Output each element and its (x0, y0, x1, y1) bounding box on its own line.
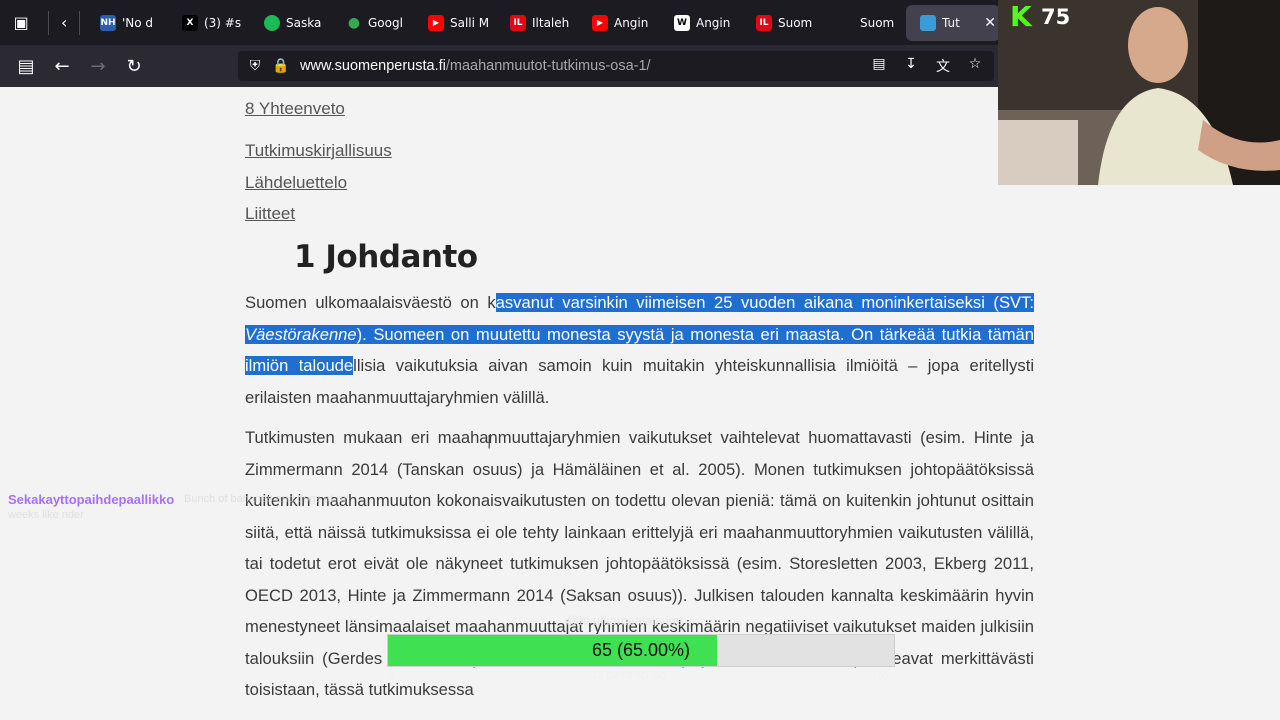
url-actions: ▤ ↧ 文 ☆ (866, 56, 994, 76)
url-bar[interactable]: ⛨ 🔒 www.suomenperusta.fi/maahanmuutot-tu… (238, 51, 994, 81)
tab-label: Angin (613, 15, 649, 30)
goal-title: @hl ulkomaalaisuus (566, 613, 683, 628)
tab-separator (79, 10, 80, 35)
selected-text: asvanut varsinkin viimeisen 25 vuoden ai… (495, 293, 1034, 312)
browser-tab[interactable]: Saska (250, 0, 332, 45)
lock-icon[interactable]: 🔒 (268, 58, 294, 74)
tab-favicon-icon: ● (347, 14, 361, 31)
intro-paragraph: Suomen ulkomaalaisväestö on kasvanut var… (245, 287, 1034, 413)
tab-favicon-icon (837, 14, 854, 31)
tab-label: (3) #s (203, 15, 242, 30)
tab-label: Suom (777, 15, 813, 30)
goal-progress-bar: 65 (65.00%) (387, 634, 895, 667)
url-path: /maahanmuutot-tutkimus-osa-1/ (445, 58, 651, 74)
url-host: www.suomenperusta.fi (300, 58, 446, 74)
tab-favicon-icon: NH (99, 14, 116, 31)
tab-separator (48, 10, 50, 35)
tab-label: Saska (285, 15, 322, 30)
download-icon[interactable]: ↧ (898, 56, 924, 76)
toc-link-appendix[interactable]: Liitteet (245, 204, 295, 224)
kick-logo-icon: K (1010, 0, 1032, 33)
para-text: Suomen ulkomaalaisväestö on k (245, 293, 496, 312)
chat-username: Sekakayttopaihdepaallikko (8, 492, 175, 507)
forward-button[interactable]: → (80, 50, 116, 82)
browser-tab[interactable]: ▶ Salli M (414, 0, 496, 45)
goal-days-left: 12 DAYS TO GO (592, 671, 668, 682)
goal-progress-text: 65 (65.00%) (591, 640, 691, 660)
browser-tab[interactable]: IL Suom (742, 0, 824, 45)
viewer-count: 75 (1041, 5, 1071, 29)
tab-list: NH 'No d X (3) #s Saska ● Googl ▶ Salli M IL Iltal… (86, 0, 1000, 45)
reload-button[interactable]: ↻ (116, 50, 152, 82)
shield-icon[interactable]: ⛨ (242, 58, 268, 74)
selected-text-italic: Väestörakenne (245, 324, 357, 344)
browser-tab[interactable]: NH 'No d (86, 0, 168, 45)
close-tab-icon[interactable]: ✕ (984, 15, 996, 31)
translate-icon[interactable]: 文 (930, 56, 956, 76)
reader-view-icon[interactable]: ▤ (866, 56, 892, 76)
section-heading: 1 Johdanto (294, 239, 478, 275)
toc-link-summary[interactable]: 8 Yhteenveto (245, 99, 345, 119)
back-button[interactable]: ← (44, 50, 80, 82)
tab-favicon-icon: IL (509, 14, 526, 31)
browser-tab[interactable]: Suom (824, 0, 906, 45)
tab-label: Googl (367, 15, 403, 30)
sidebar-toggle-icon[interactable]: ▤ (8, 50, 44, 82)
tab-label: Tut (941, 15, 960, 30)
tab-label: Iltaleh (531, 15, 570, 30)
tab-bar: ▣ ‹ NH 'No d X (3) #s Saska ● Googl ▶ Salli M IL I… (0, 0, 1000, 45)
browser-tab[interactable]: ▶ Angin (578, 0, 660, 45)
browser-tab[interactable]: IL Iltaleh (496, 0, 578, 45)
toc-link-literature[interactable]: Tutkimuskirjallisuus (245, 141, 392, 161)
para-text: llisia vaikutuksia aivan samoin kuin mui… (245, 356, 1035, 407)
chat-message-continued: weeks like nder (8, 509, 84, 521)
tab-label: Suom (859, 15, 895, 30)
text-cursor-icon: | (487, 434, 492, 449)
tab-favicon-icon: ▶ (427, 14, 444, 31)
tab-favicon-icon (919, 14, 936, 31)
browser-tab[interactable]: W Angin (660, 0, 742, 45)
goal-min-label: 0 (389, 671, 395, 682)
tab-favicon-icon: X (181, 14, 198, 31)
tab-label: 'No d (121, 15, 154, 30)
tab-label: Salli M (449, 15, 490, 30)
toc-link-sources[interactable]: Lähdeluettelo (245, 173, 347, 193)
tab-favicon-icon: W (673, 14, 690, 31)
chat-message: Bunch of bananas and dogs at rn (184, 493, 347, 505)
tab-favicon-icon: IL (755, 14, 772, 31)
browser-tab[interactable]: X (3) #s (168, 0, 250, 45)
goal-max-label: 100 (872, 671, 889, 682)
browser-tab[interactable]: Tut ✕ (905, 4, 1000, 41)
url-text[interactable]: www.suomenperusta.fi/maahanmuutot-tutkim… (300, 58, 651, 74)
bookmark-star-icon[interactable]: ☆ (962, 56, 988, 76)
scroll-left-icon[interactable]: ‹ (55, 0, 73, 45)
tab-favicon-icon: ▶ (591, 14, 608, 31)
tab-favicon-icon (263, 14, 280, 31)
browser-tab[interactable]: ● Googl (332, 0, 414, 45)
tab-label: Angin (695, 15, 731, 30)
tab-groups-icon[interactable]: ▣ (0, 0, 42, 45)
